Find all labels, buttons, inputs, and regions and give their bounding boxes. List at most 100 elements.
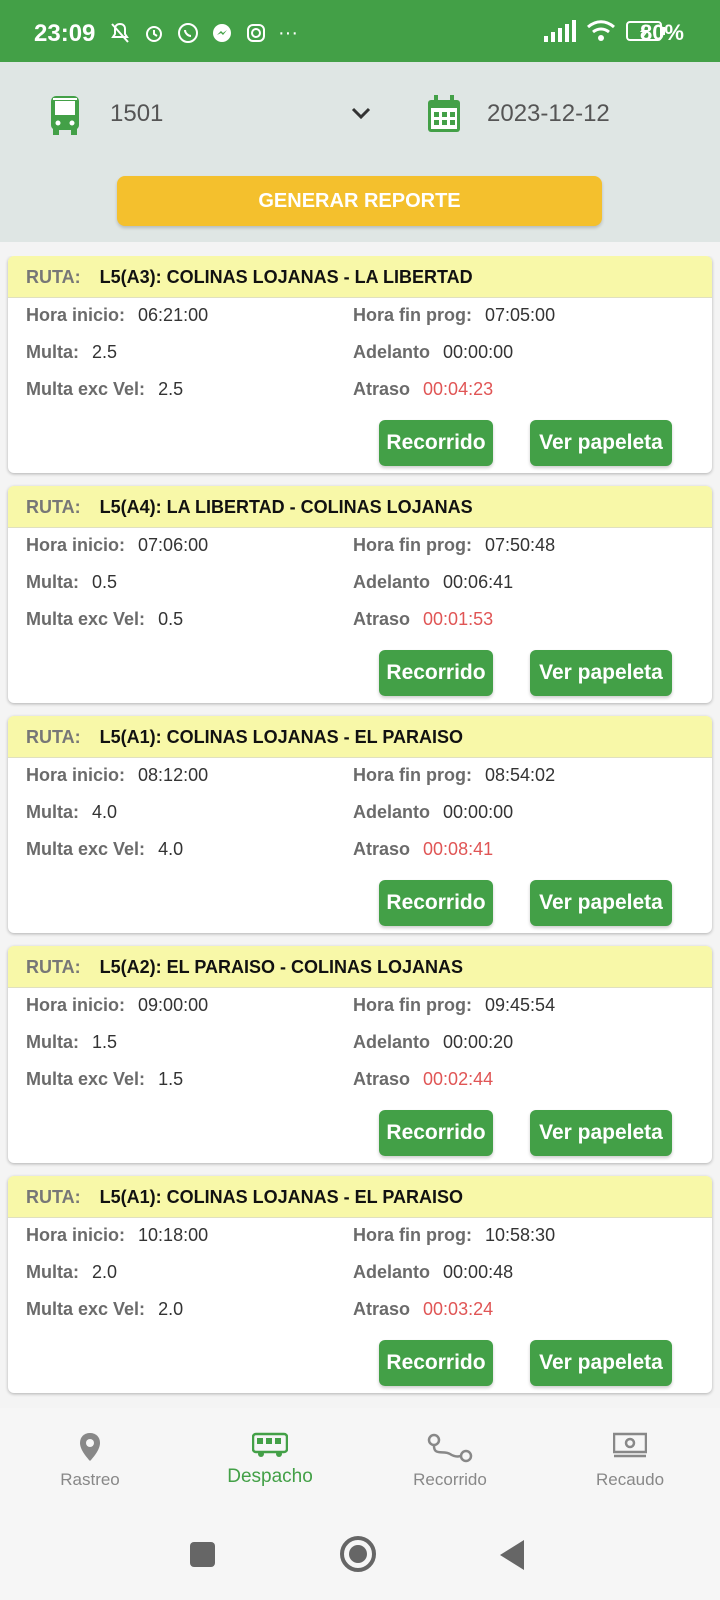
route-label: RUTA: xyxy=(26,497,81,517)
nav-item-rastreo[interactable]: Rastreo xyxy=(0,1408,180,1512)
trip-card: RUTA: L5(A2): EL PARAISO - COLINAS LOJAN… xyxy=(8,946,712,1163)
speed-fine-label: Multa exc Vel: xyxy=(26,1299,146,1319)
home-button[interactable] xyxy=(340,1536,376,1572)
end-time-value: 07:50:48 xyxy=(485,535,556,555)
fine-row: Multa: 1.5 xyxy=(26,1032,117,1053)
advance-row: Adelanto 00:00:20 xyxy=(353,1032,513,1053)
delay-row: Atraso 00:01:53 xyxy=(353,609,493,630)
advance-row: Adelanto 00:00:00 xyxy=(353,342,513,363)
speed-fine-value: 1.5 xyxy=(158,1069,184,1089)
recents-button[interactable] xyxy=(190,1542,215,1567)
recorrido-button[interactable]: Recorrido xyxy=(379,420,493,466)
delay-row: Atraso 00:08:41 xyxy=(353,839,493,860)
end-time-label: Hora fin prog: xyxy=(353,535,472,555)
advance-value: 00:00:48 xyxy=(443,1262,514,1282)
end-time-label: Hora fin prog: xyxy=(353,1225,472,1245)
speed-fine-row: Multa exc Vel: 4.0 xyxy=(26,839,183,860)
recorrido-button[interactable]: Recorrido xyxy=(379,880,493,926)
trip-card: RUTA: L5(A1): COLINAS LOJANAS - EL PARAI… xyxy=(8,716,712,933)
nav-item-despacho[interactable]: Despacho xyxy=(180,1408,360,1512)
fine-value: 0.5 xyxy=(92,572,118,592)
status-time: 23:09 xyxy=(34,20,96,47)
whatsapp-icon xyxy=(176,21,200,51)
advance-label: Adelanto xyxy=(353,1262,431,1282)
ver-papeleta-button[interactable]: Ver papeleta xyxy=(530,880,672,926)
ver-papeleta-button[interactable]: Ver papeleta xyxy=(530,420,672,466)
fine-row: Multa: 0.5 xyxy=(26,572,117,593)
advance-label: Adelanto xyxy=(353,802,431,822)
end-time-label: Hora fin prog: xyxy=(353,765,472,785)
start-time-value: 07:06:00 xyxy=(138,535,209,555)
speed-fine-value: 2.5 xyxy=(158,379,184,399)
trip-card: RUTA: L5(A1): COLINAS LOJANAS - EL PARAI… xyxy=(8,1176,712,1393)
route-name: L5(A2): EL PARAISO - COLINAS LOJANAS xyxy=(99,957,464,977)
trip-route-header: RUTA: L5(A2): EL PARAISO - COLINAS LOJAN… xyxy=(8,946,712,988)
end-time-value: 07:05:00 xyxy=(485,305,556,325)
battery-percent: 80% xyxy=(639,20,684,45)
end-time-row: Hora fin prog: 09:45:54 xyxy=(353,995,555,1016)
speed-fine-label: Multa exc Vel: xyxy=(26,379,146,399)
end-time-value: 09:45:54 xyxy=(485,995,556,1015)
calendar-icon[interactable] xyxy=(427,95,461,138)
start-time-row: Hora inicio: 10:18:00 xyxy=(26,1225,208,1246)
route-name: L5(A1): COLINAS LOJANAS - EL PARAISO xyxy=(99,1187,464,1207)
location-pin-icon xyxy=(0,1432,180,1462)
speed-fine-value: 4.0 xyxy=(158,839,184,859)
bus-icon xyxy=(180,1432,360,1462)
chevron-down-icon xyxy=(350,102,372,129)
delay-value: 00:01:53 xyxy=(423,609,494,629)
fine-value: 1.5 xyxy=(92,1032,118,1052)
fine-row: Multa: 2.5 xyxy=(26,342,117,363)
ver-papeleta-button[interactable]: Ver papeleta xyxy=(530,1340,672,1386)
route-label: RUTA: xyxy=(26,267,81,287)
speed-fine-value: 0.5 xyxy=(158,609,184,629)
delay-label: Atraso xyxy=(353,1299,411,1319)
end-time-value: 08:54:02 xyxy=(485,765,556,785)
route-name: L5(A3): COLINAS LOJANAS - LA LIBERTAD xyxy=(99,267,473,287)
bottom-navigation: Rastreo Despacho Recorrido Recaudo xyxy=(0,1408,720,1512)
generate-report-button[interactable]: GENERAR REPORTE xyxy=(117,176,602,226)
delay-value: 00:04:23 xyxy=(423,379,494,399)
back-button[interactable] xyxy=(500,1540,524,1570)
speed-fine-row: Multa exc Vel: 1.5 xyxy=(26,1069,183,1090)
trip-list[interactable]: RUTA: L5(A3): COLINAS LOJANAS - LA LIBER… xyxy=(0,256,720,1408)
trip-route-header: RUTA: L5(A4): LA LIBERTAD - COLINAS LOJA… xyxy=(8,486,712,528)
start-time-label: Hora inicio: xyxy=(26,305,126,325)
advance-row: Adelanto 00:00:00 xyxy=(353,802,513,823)
end-time-row: Hora fin prog: 10:58:30 xyxy=(353,1225,555,1246)
start-time-value: 10:18:00 xyxy=(138,1225,209,1245)
end-time-label: Hora fin prog: xyxy=(353,305,472,325)
alarm-icon xyxy=(142,21,166,51)
start-time-value: 06:21:00 xyxy=(138,305,209,325)
nav-item-recaudo[interactable]: Recaudo xyxy=(540,1408,720,1512)
date-field[interactable]: 2023-12-12 xyxy=(487,100,610,128)
trip-card: RUTA: L5(A4): LA LIBERTAD - COLINAS LOJA… xyxy=(8,486,712,703)
advance-value: 00:00:00 xyxy=(443,802,514,822)
fine-value: 4.0 xyxy=(92,802,118,822)
delay-label: Atraso xyxy=(353,839,411,859)
advance-value: 00:00:20 xyxy=(443,1032,514,1052)
recorrido-button[interactable]: Recorrido xyxy=(379,1340,493,1386)
speed-fine-row: Multa exc Vel: 2.5 xyxy=(26,379,183,400)
system-navigation xyxy=(0,1512,720,1600)
delay-row: Atraso 00:03:24 xyxy=(353,1299,493,1320)
notification-icons: ··· xyxy=(108,21,298,51)
start-time-row: Hora inicio: 08:12:00 xyxy=(26,765,208,786)
ver-papeleta-button[interactable]: Ver papeleta xyxy=(530,1110,672,1156)
start-time-label: Hora inicio: xyxy=(26,535,126,555)
delay-label: Atraso xyxy=(353,609,411,629)
speed-fine-label: Multa exc Vel: xyxy=(26,609,146,629)
fine-label: Multa: xyxy=(26,572,79,592)
route-label: RUTA: xyxy=(26,957,81,977)
end-time-row: Hora fin prog: 07:05:00 xyxy=(353,305,555,326)
vehicle-select[interactable]: 1501 xyxy=(100,90,380,140)
advance-row: Adelanto 00:00:48 xyxy=(353,1262,513,1283)
recorrido-button[interactable]: Recorrido xyxy=(379,650,493,696)
nav-item-recorrido[interactable]: Recorrido xyxy=(360,1408,540,1512)
recorrido-button[interactable]: Recorrido xyxy=(379,1110,493,1156)
mute-icon xyxy=(108,21,132,51)
delay-label: Atraso xyxy=(353,379,411,399)
speed-fine-value: 2.0 xyxy=(158,1299,184,1319)
start-time-label: Hora inicio: xyxy=(26,995,126,1015)
ver-papeleta-button[interactable]: Ver papeleta xyxy=(530,650,672,696)
